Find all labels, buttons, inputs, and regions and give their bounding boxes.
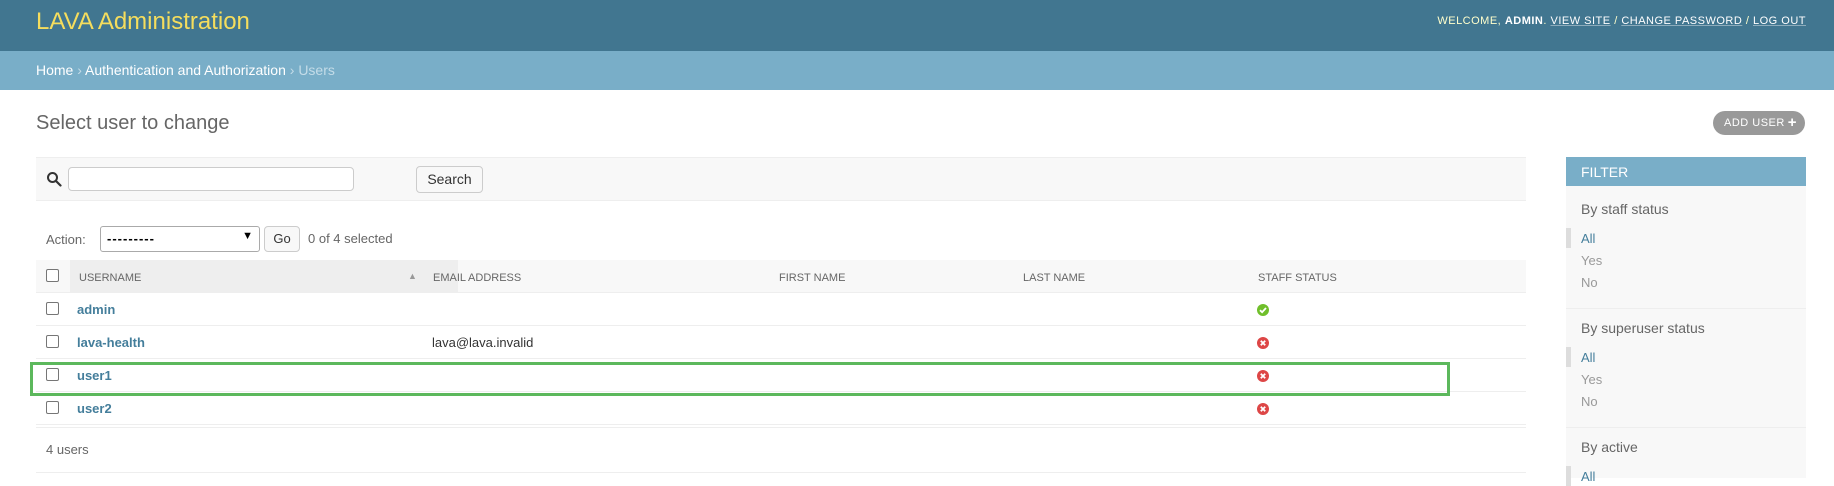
filter-option[interactable]: All — [1581, 469, 1595, 484]
plus-icon: + — [1787, 114, 1797, 131]
add-user-button[interactable]: ADD USER + — [1713, 111, 1805, 135]
filter-option[interactable]: All — [1581, 350, 1595, 365]
filter-option[interactable]: Yes — [1581, 253, 1602, 268]
filter-title-text: FILTER — [1581, 164, 1629, 180]
chevron-down-icon: ▼ — [242, 230, 253, 242]
header: LAVA Administration WELCOME, ADMIN. VIEW… — [0, 0, 1834, 51]
filter-group-title: By superuser status — [1581, 320, 1705, 336]
filter-title: FILTER — [1566, 157, 1806, 186]
filter-option[interactable]: All — [1581, 231, 1595, 246]
column-header-staff-status[interactable]: STAFF STATUS — [1258, 272, 1337, 284]
email-cell: lava@lava.invalid — [432, 335, 534, 350]
column-header-email[interactable]: EMAIL ADDRESS — [433, 272, 521, 284]
username-link[interactable]: lava-health — [77, 335, 145, 350]
column-header-last-name[interactable]: LAST NAME — [1023, 272, 1085, 284]
selected-count: 0 of 4 selected — [308, 231, 393, 246]
separator: / — [1745, 15, 1750, 27]
separator: / — [1614, 15, 1618, 27]
check-icon — [1257, 304, 1269, 316]
cross-icon — [1257, 337, 1269, 349]
site-branding[interactable]: LAVA Administration — [36, 8, 250, 36]
column-header-first-name[interactable]: FIRST NAME — [779, 272, 845, 284]
username-link[interactable]: admin — [77, 302, 115, 317]
filter-option[interactable]: No — [1581, 275, 1598, 290]
filter-divider — [1566, 308, 1806, 309]
breadcrumb-separator: › — [289, 62, 295, 78]
search-input[interactable] — [68, 167, 354, 191]
action-label: Action: — [46, 232, 86, 247]
go-button[interactable]: Go — [264, 226, 300, 252]
change-password-link[interactable]: CHANGE PASSWORD — [1621, 15, 1742, 27]
filter-selected-indicator — [1566, 228, 1571, 248]
selected-row-highlight — [30, 362, 1450, 396]
filter-panel: FILTER By staff status All Yes No By sup… — [1566, 157, 1806, 486]
breadcrumb: Home › Authentication and Authorization … — [0, 51, 1834, 90]
breadcrumb-home[interactable]: Home — [36, 62, 73, 78]
row-checkbox[interactable] — [46, 302, 59, 315]
column-header-username[interactable]: USERNAME — [79, 272, 141, 284]
user-tools: WELCOME, ADMIN. VIEW SITE / CHANGE PASSW… — [1437, 15, 1806, 27]
view-site-link[interactable]: VIEW SITE — [1551, 15, 1611, 27]
username-link[interactable]: user2 — [77, 401, 112, 416]
filter-option[interactable]: No — [1581, 394, 1598, 409]
search-button[interactable]: Search — [416, 166, 483, 193]
current-username: ADMIN — [1504, 15, 1544, 27]
search-toolbar: Search — [36, 157, 1526, 201]
filter-selected-indicator — [1566, 347, 1571, 367]
filter-selected-indicator — [1566, 466, 1571, 486]
select-all-checkbox[interactable] — [46, 269, 59, 282]
row-checkbox[interactable] — [46, 401, 59, 414]
log-out-link[interactable]: LOG OUT — [1753, 15, 1806, 27]
table-row: admin — [36, 293, 1526, 326]
filter-group-title: By staff status — [1581, 201, 1669, 217]
actions-bar: Action: --------- ▼ Go 0 of 4 selected — [36, 226, 636, 252]
filter-option[interactable]: Yes — [1581, 372, 1602, 387]
action-select[interactable]: --------- ▼ — [100, 226, 260, 252]
cross-icon — [1257, 403, 1269, 415]
row-checkbox[interactable] — [46, 335, 59, 348]
paginator: 4 users — [36, 427, 1526, 473]
filter-group-title: By active — [1581, 439, 1638, 455]
breadcrumb-current: Users — [298, 62, 335, 78]
table-header: USERNAME ▲ EMAIL ADDRESS FIRST NAME LAST… — [36, 260, 1526, 293]
breadcrumb-separator: › — [77, 62, 82, 78]
table-row: lava-health lava@lava.invalid — [36, 326, 1526, 359]
page-title: Select user to change — [36, 112, 230, 134]
breadcrumb-section[interactable]: Authentication and Authorization — [85, 62, 286, 78]
filter-divider — [1566, 427, 1806, 428]
table-row: user2 — [36, 392, 1526, 425]
add-user-label: ADD USER — [1724, 117, 1785, 129]
sort-ascending-icon[interactable]: ▲ — [408, 271, 417, 281]
welcome-text: WELCOME, — [1437, 15, 1502, 27]
result-count: 4 users — [46, 442, 89, 457]
action-select-value: --------- — [107, 231, 155, 246]
search-icon — [47, 172, 62, 187]
